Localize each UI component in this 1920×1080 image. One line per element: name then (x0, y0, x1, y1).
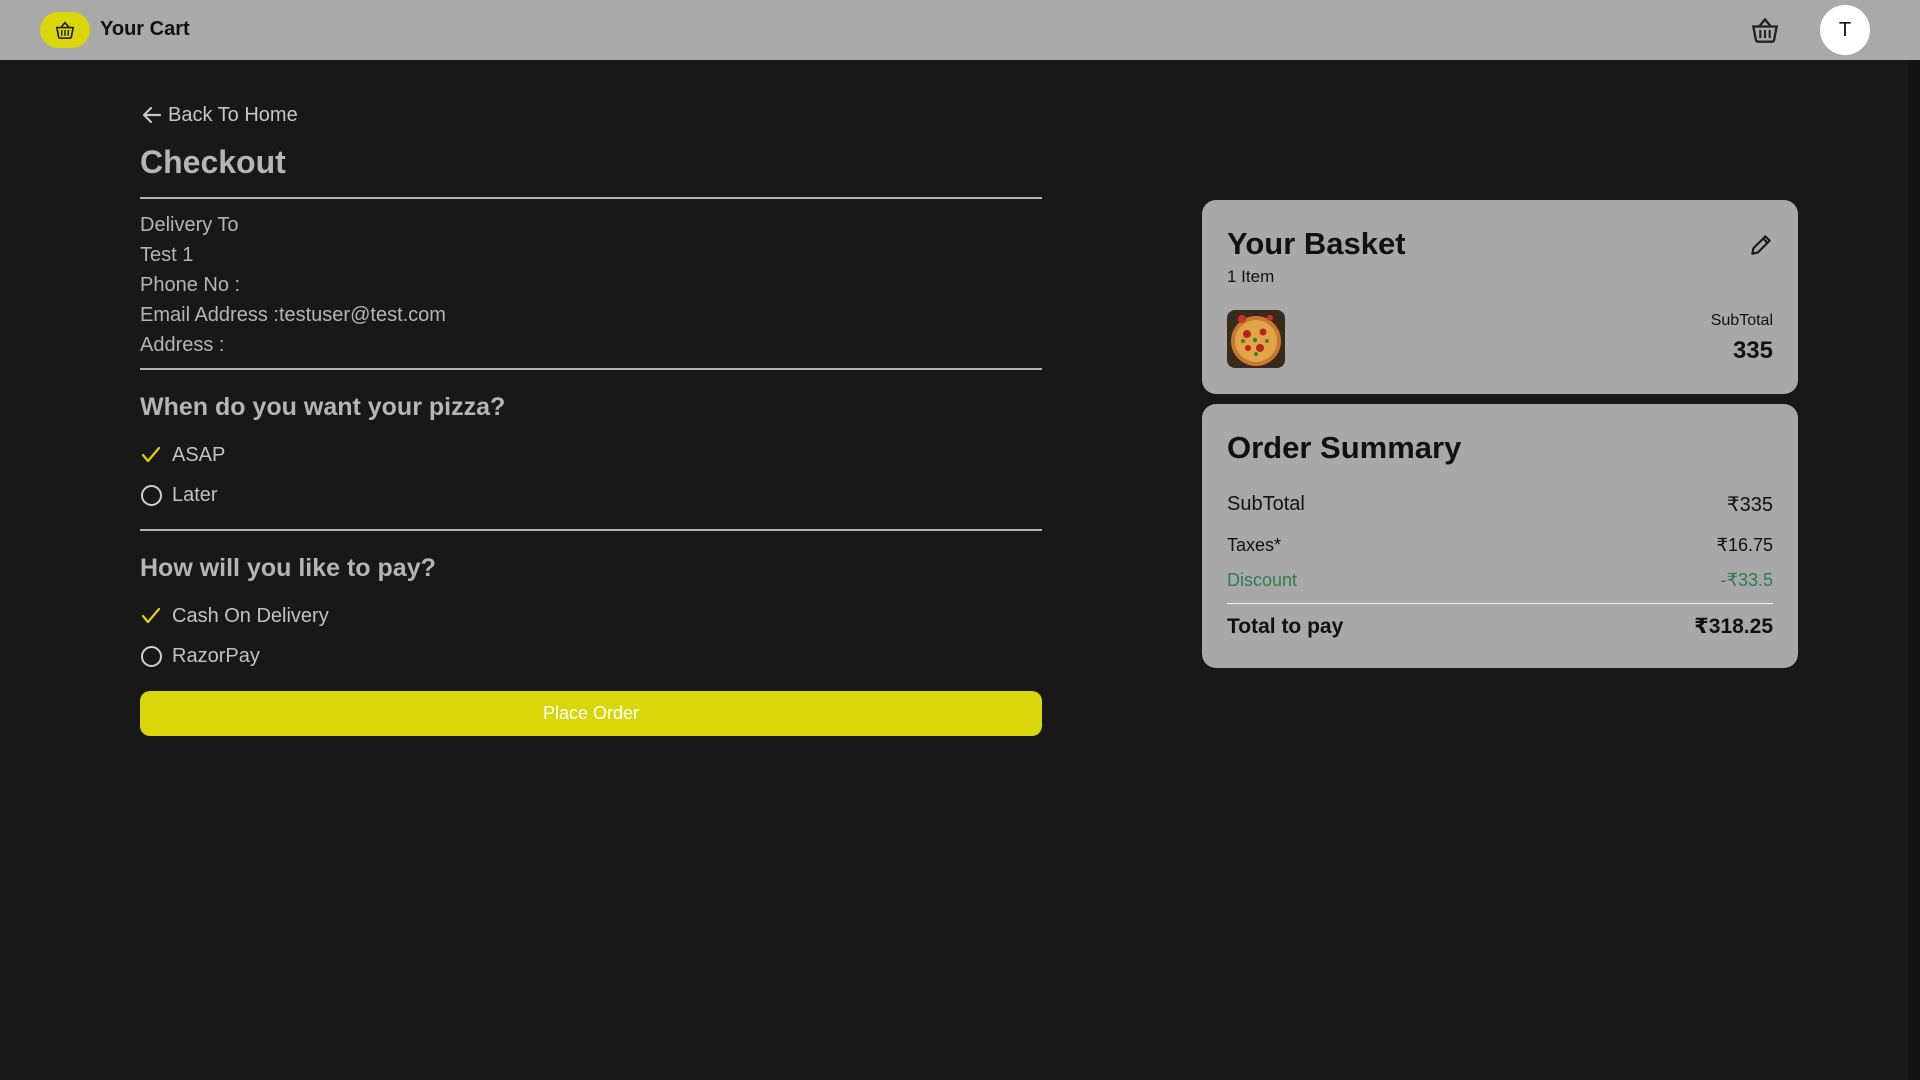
cart-button[interactable] (1750, 16, 1780, 44)
basket-item-count: 1 Item (1227, 267, 1275, 286)
pizza-thumbnail (1227, 310, 1285, 368)
summary-title: Order Summary (1227, 430, 1462, 465)
payment-heading: How will you like to pay? (140, 554, 436, 582)
divider (140, 368, 1042, 370)
back-link-label: Back To Home (168, 103, 298, 126)
option-label: Later (172, 483, 218, 506)
basket-icon (55, 21, 75, 39)
basket-card: Your Basket 1 Item SubTotal 335 (1202, 200, 1798, 394)
back-to-home-link[interactable]: Back To Home (140, 102, 298, 128)
delivery-name: Test 1 (140, 244, 194, 266)
timing-option-asap[interactable]: ASAP (140, 441, 225, 469)
pencil-icon (1751, 235, 1771, 255)
total-label: Total to pay (1227, 614, 1344, 638)
timing-heading: When do you want your pizza? (140, 393, 506, 421)
summary-label: SubTotal (1227, 493, 1305, 515)
basket-subtotal-value: 335 (1732, 337, 1773, 364)
summary-value: ₹16.75 (1716, 535, 1774, 555)
summary-label: Discount (1227, 570, 1298, 590)
total-value: ₹318.25 (1694, 615, 1773, 638)
timing-option-later[interactable]: Later (140, 481, 218, 509)
delivery-phone: Phone No : (140, 274, 241, 296)
delivery-heading: Delivery To (140, 214, 239, 236)
delivery-address: Address : (140, 334, 225, 356)
summary-row-taxes: Taxes* ₹16.75 (1227, 535, 1773, 556)
summary-value: ₹335 (1726, 494, 1773, 516)
avatar[interactable]: T (1820, 5, 1870, 55)
payment-option-razorpay[interactable]: RazorPay (140, 642, 260, 670)
basket-title: Your Basket (1227, 226, 1406, 261)
brand-logo[interactable] (40, 12, 90, 48)
payment-option-cod[interactable]: Cash On Delivery (140, 602, 329, 630)
summary-divider (1227, 603, 1773, 604)
basket-subtotal-label: SubTotal (1710, 312, 1773, 329)
checkout-title: Checkout (140, 144, 286, 180)
delivery-details: Delivery To Test 1 Phone No : Email Addr… (140, 210, 1042, 360)
check-icon (140, 605, 162, 627)
option-label: RazorPay (172, 644, 260, 667)
order-summary-card: Order Summary SubTotal ₹335 Taxes* ₹16.7… (1202, 404, 1798, 668)
divider (140, 529, 1042, 531)
scrollbar[interactable] (1908, 60, 1920, 1080)
arrow-left-icon (142, 106, 162, 124)
top-bar: Your Cart T (0, 0, 1920, 60)
divider (140, 197, 1042, 199)
place-order-button[interactable]: Place Order (140, 691, 1042, 736)
summary-label: Taxes* (1227, 535, 1282, 555)
summary-row-total: Total to pay ₹318.25 (1227, 614, 1773, 639)
summary-row-subtotal: SubTotal ₹335 (1227, 492, 1773, 517)
radio-empty-icon (140, 484, 162, 506)
page-title-header: Your Cart (100, 18, 190, 40)
summary-value: -₹33.5 (1720, 570, 1773, 590)
edit-basket-button[interactable] (1746, 230, 1776, 260)
radio-empty-icon (140, 645, 162, 667)
option-label: Cash On Delivery (172, 604, 329, 627)
check-icon (140, 444, 162, 466)
summary-row-discount: Discount -₹33.5 (1227, 570, 1773, 591)
delivery-email: Email Address :testuser@test.com (140, 304, 446, 326)
basket-icon (1751, 17, 1779, 43)
option-label: ASAP (172, 443, 226, 466)
